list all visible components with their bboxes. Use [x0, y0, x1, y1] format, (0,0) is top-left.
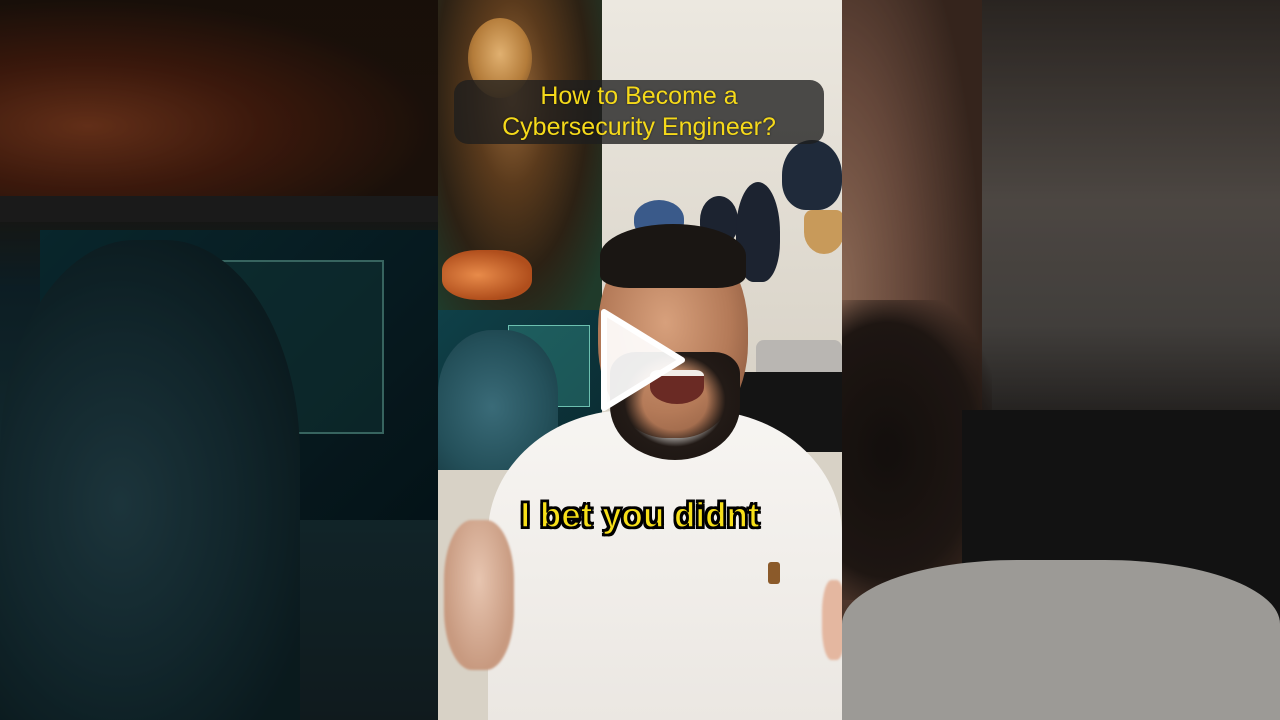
play-button[interactable]: [598, 306, 686, 414]
blurred-background-left: [0, 0, 438, 720]
chair: [756, 340, 842, 376]
hanging-cap: [782, 140, 842, 210]
title-line-1: How to Become a: [540, 82, 738, 110]
video-player[interactable]: How to Become a Cybersecurity Engineer? …: [0, 0, 1280, 720]
presenter-hand: [444, 520, 514, 670]
shirt-logo: [768, 562, 780, 584]
video-subtitle: I bet you didnt: [520, 495, 761, 536]
blurred-background-right: [842, 0, 1280, 720]
play-icon: [601, 309, 685, 411]
video-title-caption: How to Become a Cybersecurity Engineer?: [454, 80, 824, 144]
title-line-2: Cybersecurity Engineer?: [502, 113, 776, 141]
